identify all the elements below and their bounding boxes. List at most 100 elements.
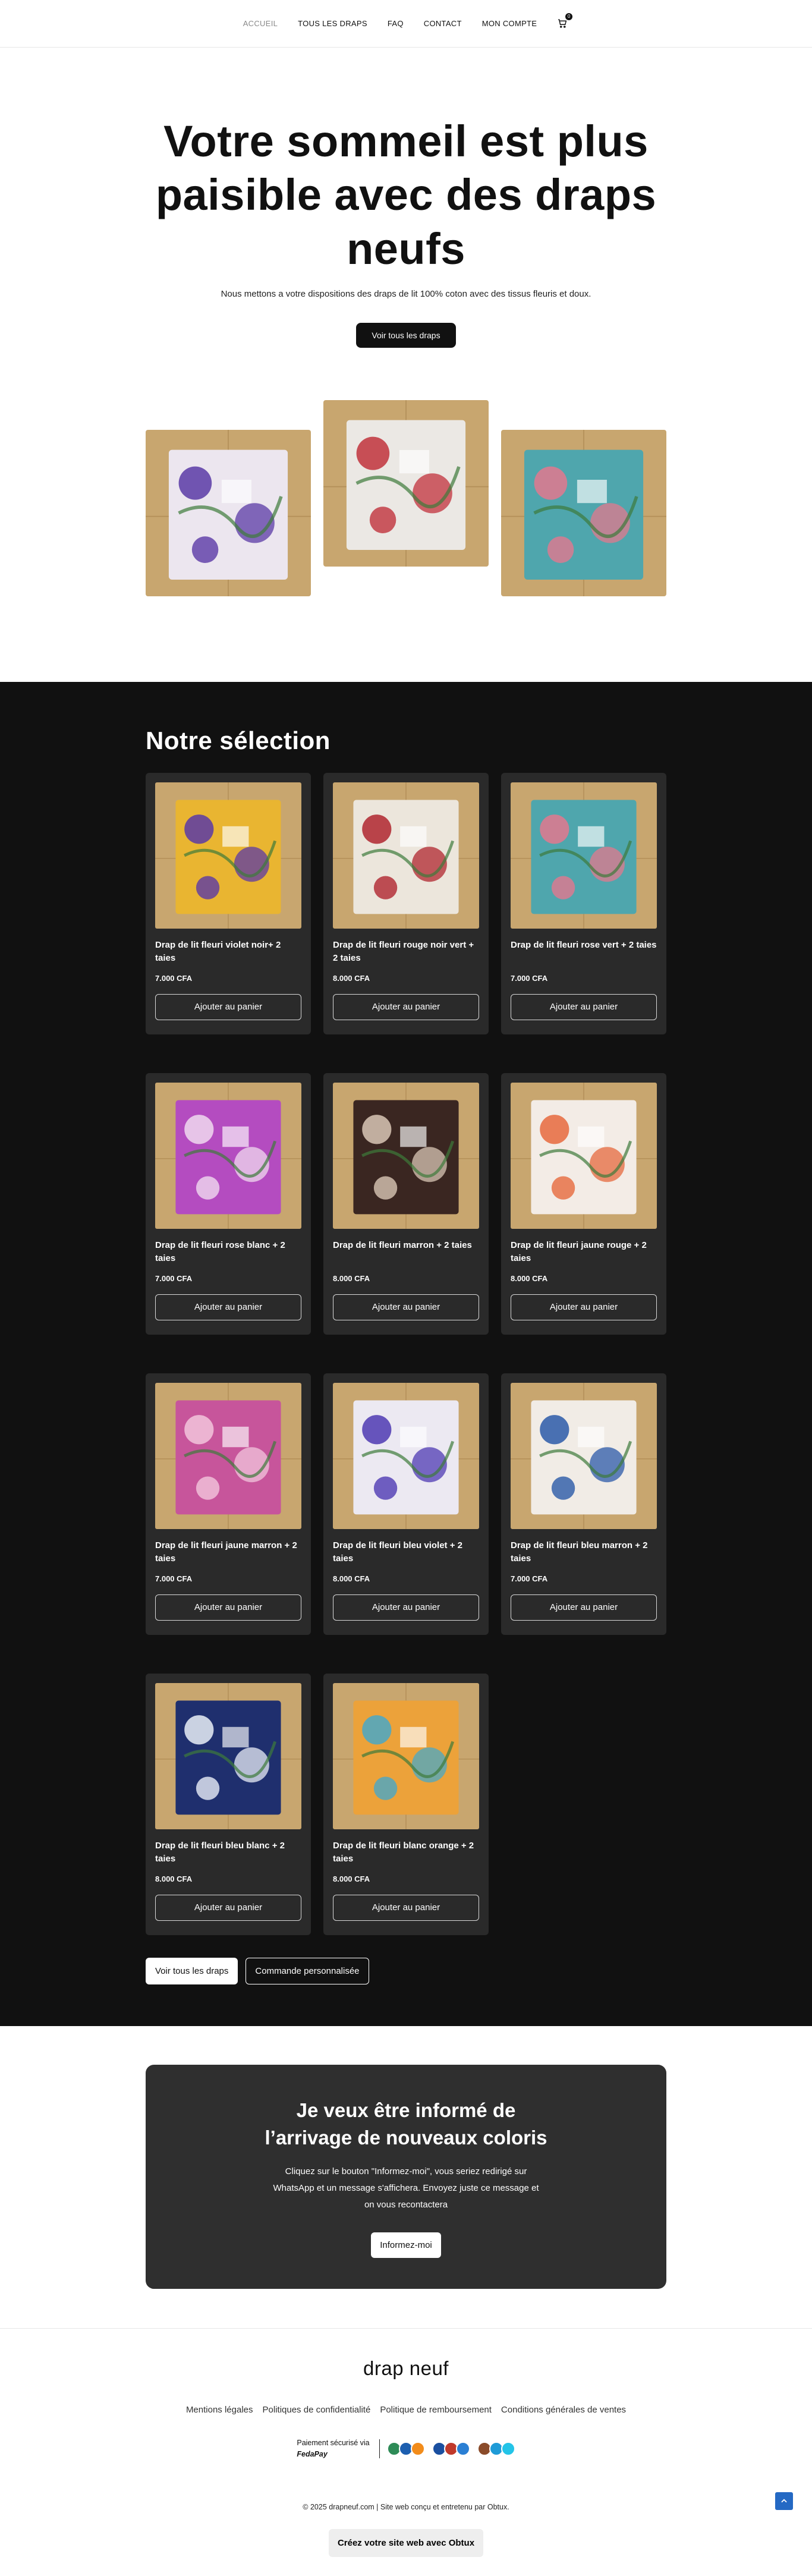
payment-method-icons xyxy=(386,2442,515,2457)
add-to-cart-button[interactable]: Ajouter au panier xyxy=(511,1594,657,1621)
add-to-cart-button[interactable]: Ajouter au panier xyxy=(511,993,657,1020)
product-card[interactable]: Drap de lit fleuri jaune rouge + 2 taies… xyxy=(501,1072,666,1335)
product-image[interactable] xyxy=(155,1082,301,1229)
product-name[interactable]: Drap de lit fleuri marron + 2 taies xyxy=(333,1239,479,1265)
add-to-cart-button[interactable]: Ajouter au panier xyxy=(333,1894,479,1921)
product-card[interactable]: Drap de lit fleuri violet noir+ 2 taies 7… xyxy=(146,772,311,1034)
product-image[interactable] xyxy=(155,782,301,929)
product-card[interactable]: Drap de lit fleuri blanc orange + 2 taie… xyxy=(323,1673,489,1935)
hero-image-turquoise-sheet xyxy=(501,429,666,596)
notify-banner: Je veux être informé de l’arrivage de no… xyxy=(146,2064,666,2289)
add-to-cart-button[interactable]: Ajouter au panier xyxy=(333,993,479,1020)
product-price: 7.000 CFA xyxy=(155,1273,193,1283)
secure-payment-label: Paiement sécurisé via FedaPay xyxy=(297,2437,369,2460)
product-price: 8.000 CFA xyxy=(333,1874,370,1883)
view-all-sheets-button[interactable]: Voir tous les draps xyxy=(356,322,456,348)
product-name[interactable]: Drap de lit fleuri bleu blanc + 2 taies xyxy=(155,1839,301,1866)
product-grid: Drap de lit fleuri violet noir+ 2 taies 7… xyxy=(146,772,666,1935)
nav-item-contact[interactable]: CONTACT xyxy=(424,19,462,28)
footer-link-privacy[interactable]: Politiques de confidentialité xyxy=(263,2405,371,2415)
secure-payment-text: Paiement sécurisé via xyxy=(297,2439,370,2448)
footer-link-terms[interactable]: Conditions générales de ventes xyxy=(501,2405,626,2415)
selection-actions: Voir tous les draps Commande personnalis… xyxy=(146,1957,666,1984)
add-to-cart-button[interactable]: Ajouter au panier xyxy=(155,1594,301,1621)
notify-title-line-2: l’arrivage de nouveaux coloris xyxy=(265,2126,547,2149)
product-name[interactable]: Drap de lit fleuri jaune rouge + 2 taies xyxy=(511,1239,657,1265)
add-to-cart-button[interactable]: Ajouter au panier xyxy=(155,993,301,1020)
nav-item-faq[interactable]: FAQ xyxy=(388,19,404,28)
product-name[interactable]: Drap de lit fleuri violet noir+ 2 taies xyxy=(155,939,301,965)
custom-order-button[interactable]: Commande personnalisée xyxy=(246,1957,369,1984)
selection-title: Notre sélection xyxy=(146,726,331,754)
notify-description: Cliquez sur le bouton "Informez-moi", vo… xyxy=(273,2166,539,2210)
notify-title-line-1: Je veux être informé de xyxy=(296,2099,516,2121)
product-image[interactable] xyxy=(333,1082,479,1229)
product-price: 8.000 CFA xyxy=(333,1574,370,1583)
product-image[interactable] xyxy=(333,1382,479,1529)
product-name[interactable]: Drap de lit fleuri bleu marron + 2 taies xyxy=(511,1539,657,1565)
product-name[interactable]: Drap de lit fleuri jaune marron + 2 taie… xyxy=(155,1539,301,1565)
product-image[interactable] xyxy=(333,782,479,929)
footer-link-refund[interactable]: Politique de remboursement xyxy=(380,2405,492,2415)
product-price: 7.000 CFA xyxy=(155,973,193,983)
product-image[interactable] xyxy=(155,1382,301,1529)
product-name[interactable]: Drap de lit fleuri bleu violet + 2 taies xyxy=(333,1539,479,1565)
scroll-to-top-button[interactable] xyxy=(775,2492,793,2510)
product-image[interactable] xyxy=(511,1082,657,1229)
product-price: 7.000 CFA xyxy=(511,973,548,983)
product-image[interactable] xyxy=(333,1682,479,1829)
product-card[interactable]: Drap de lit fleuri rose vert + 2 taies 7.… xyxy=(501,772,666,1034)
product-card[interactable]: Drap de lit fleuri bleu marron + 2 taies… xyxy=(501,1373,666,1635)
product-card[interactable]: Drap de lit fleuri rose blanc + 2 taies 7… xyxy=(146,1072,311,1335)
product-price: 7.000 CFA xyxy=(511,1574,548,1583)
product-card[interactable]: Drap de lit fleuri marron + 2 taies 8.000… xyxy=(323,1072,489,1335)
top-navigation: ACCUEIL TOUS LES DRAPS FAQ CONTACT MON C… xyxy=(0,0,812,48)
nav-item-tous-les-draps[interactable]: TOUS LES DRAPS xyxy=(298,19,367,28)
product-price: 8.000 CFA xyxy=(333,973,370,983)
product-price: 8.000 CFA xyxy=(511,1273,548,1283)
product-name[interactable]: Drap de lit fleuri rouge noir vert + 2 t… xyxy=(333,939,479,965)
card-icon-3 xyxy=(455,2442,470,2457)
nav-item-mon-compte[interactable]: MON COMPTE xyxy=(482,19,537,28)
add-to-cart-button[interactable]: Ajouter au panier xyxy=(511,1294,657,1320)
notify-me-button[interactable]: Informez-moi xyxy=(371,2232,441,2259)
product-image[interactable] xyxy=(155,1682,301,1829)
hero-subtitle: Nous mettons a votre dispositions des dr… xyxy=(221,288,591,299)
cart-count-badge: 0 xyxy=(565,12,573,20)
card-icons xyxy=(432,2442,470,2457)
hero-title: Votre sommeil est plus paisible avec des… xyxy=(155,117,657,273)
payment-info: Paiement sécurisé via FedaPay xyxy=(0,2437,812,2460)
product-price: 8.000 CFA xyxy=(333,1273,370,1283)
product-price: 8.000 CFA xyxy=(155,1874,193,1883)
product-name[interactable]: Drap de lit fleuri blanc orange + 2 taie… xyxy=(333,1839,479,1866)
add-to-cart-button[interactable]: Ajouter au panier xyxy=(333,1594,479,1621)
add-to-cart-button[interactable]: Ajouter au panier xyxy=(333,1294,479,1320)
copyright: © 2025 drapneuf.com | Site web conçu et … xyxy=(303,2502,509,2511)
fedapay-logo: FedaPay xyxy=(297,2450,328,2459)
product-card[interactable]: Drap de lit fleuri bleu blanc + 2 taies 8… xyxy=(146,1673,311,1935)
create-site-button[interactable]: Créez votre site web avec Obtux xyxy=(328,2528,484,2557)
product-name[interactable]: Drap de lit fleuri rose blanc + 2 taies xyxy=(155,1239,301,1265)
footer: drap neuf Mentions légales Politiques de… xyxy=(0,2328,812,2576)
product-card[interactable]: Drap de lit fleuri bleu violet + 2 taies… xyxy=(323,1373,489,1635)
hero-image-white-floral-sheet xyxy=(323,400,489,567)
product-image[interactable] xyxy=(511,1382,657,1529)
footer-brand: drap neuf xyxy=(363,2357,449,2380)
product-card[interactable]: Drap de lit fleuri jaune marron + 2 taie… xyxy=(146,1373,311,1635)
chevron-up-icon xyxy=(781,2499,787,2503)
selection-section: Notre sélection Drap de lit fleuri viole… xyxy=(0,681,812,2026)
product-card[interactable]: Drap de lit fleuri rouge noir vert + 2 t… xyxy=(323,772,489,1034)
footer-link-legal[interactable]: Mentions légales xyxy=(186,2405,253,2415)
product-image[interactable] xyxy=(511,782,657,929)
nav-item-accueil[interactable]: ACCUEIL xyxy=(243,19,278,28)
view-all-button[interactable]: Voir tous les draps xyxy=(146,1957,238,1984)
add-to-cart-button[interactable]: Ajouter au panier xyxy=(155,1894,301,1921)
wallet-icon-3 xyxy=(501,2442,515,2457)
add-to-cart-button[interactable]: Ajouter au panier xyxy=(155,1294,301,1320)
product-name[interactable]: Drap de lit fleuri rose vert + 2 taies xyxy=(511,939,657,965)
mobile-money-icons xyxy=(386,2442,425,2457)
notify-title: Je veux être informé de l’arrivage de no… xyxy=(146,2097,666,2152)
footer-links: Mentions légales Politiques de confident… xyxy=(0,2405,812,2415)
payment-divider xyxy=(379,2439,380,2459)
cart-button[interactable]: 0 xyxy=(557,12,573,30)
